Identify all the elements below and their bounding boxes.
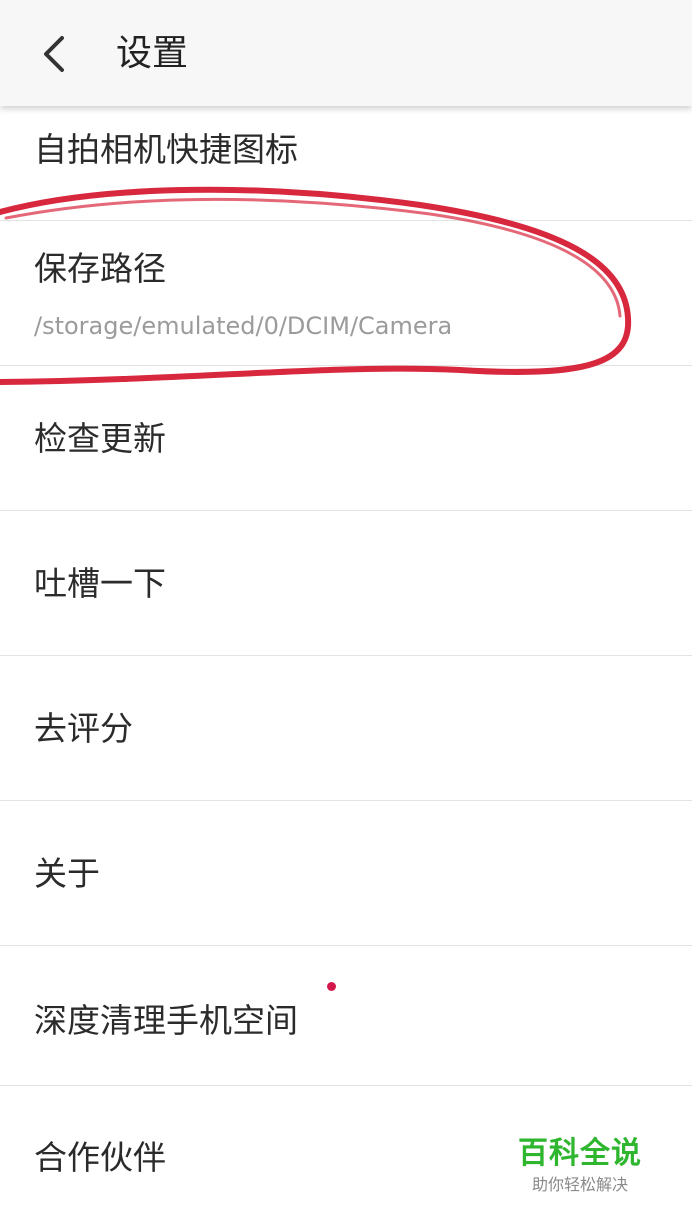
- setting-label: 吐槽一下: [34, 564, 166, 603]
- setting-item-deep-clean[interactable]: 深度清理手机空间: [0, 946, 692, 1086]
- settings-screen: 设置 自拍相机快捷图标 保存路径 /storage/emulated/0/DCI…: [0, 0, 692, 1230]
- chevron-left-icon: [44, 36, 64, 72]
- watermark-title: 百科全说: [518, 1136, 642, 1171]
- watermark: 百科全说 助你轻松解决: [510, 1134, 650, 1200]
- setting-label: 深度清理手机空间: [34, 1001, 298, 1040]
- setting-label: 检查更新: [34, 419, 166, 458]
- setting-item-about[interactable]: 关于: [0, 801, 692, 946]
- setting-label: 自拍相机快捷图标: [34, 130, 298, 169]
- save-path-value: /storage/emulated/0/DCIM/Camera: [34, 312, 453, 340]
- setting-label: 去评分: [34, 709, 133, 748]
- setting-label: 保存路径: [34, 249, 166, 288]
- setting-item-feedback[interactable]: 吐槽一下: [0, 511, 692, 656]
- setting-item-check-update[interactable]: 检查更新: [0, 366, 692, 511]
- watermark-subtitle: 助你轻松解决: [531, 1175, 628, 1194]
- setting-label: 合作伙伴: [34, 1138, 166, 1177]
- setting-item-selfie-shortcut[interactable]: 自拍相机快捷图标: [0, 106, 692, 221]
- setting-item-save-path[interactable]: 保存路径 /storage/emulated/0/DCIM/Camera: [0, 221, 692, 366]
- back-button[interactable]: [28, 26, 80, 82]
- top-app-bar: 设置: [0, 0, 692, 106]
- page-title: 设置: [116, 33, 189, 74]
- setting-label: 关于: [34, 854, 100, 893]
- setting-item-rate[interactable]: 去评分: [0, 656, 692, 801]
- notification-dot: [327, 982, 336, 991]
